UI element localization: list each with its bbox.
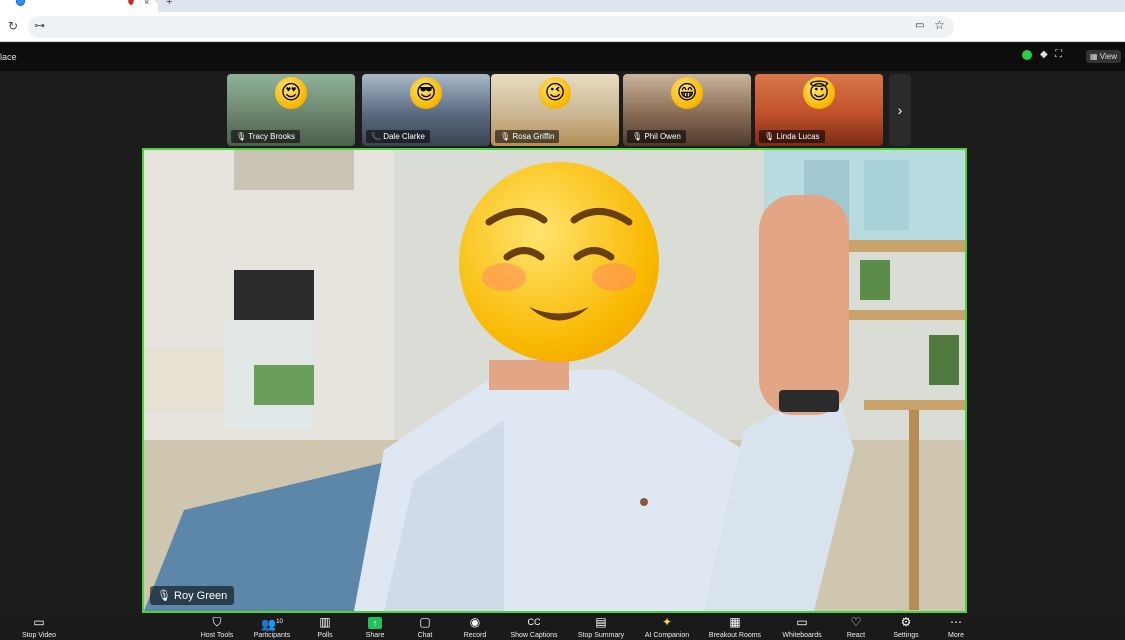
more-icon: ⋯ [950,615,962,629]
face-emoji: 😍 [275,77,307,109]
participants-button[interactable]: 👥10 Participants [247,613,297,640]
control-label: Stop Summary [577,632,625,639]
new-tab-icon[interactable]: + [166,0,172,8]
shield-icon: ⛉ [212,615,222,629]
camera-icon[interactable]: ▭ [915,20,924,31]
whiteboard-icon: ▭ [796,615,808,629]
participant-tile[interactable]: 😁 🎙 Phil Owen [623,74,751,146]
screen: ⛊ × + ↻ ⊶ ▭ ☆ lace ◆ ⛶ ▦ View 😍 🎙 Tracy … [0,0,1125,640]
participants-count: 10 [276,619,283,625]
control-label: Whiteboards [782,632,822,639]
participants-glyph: 👥 [261,617,277,631]
participant-tile[interactable]: 😎 📞 Dale Clarke [362,74,490,146]
browser-tab-bar: ⛊ × + [0,0,1125,12]
share-screen-icon: ↑ [368,617,382,629]
face-emoji: 😇 [803,77,835,109]
participant-name: Rosa Griffin [512,132,555,141]
settings-button[interactable]: ⚙ Settings [886,613,926,640]
react-button[interactable]: ♡ React [838,613,874,640]
face-emoji: 😉 [539,77,571,109]
share-button[interactable]: ↑ Share [356,613,394,640]
polls-icon: ▥ [319,615,331,629]
summary-icon: ▤ [595,615,607,629]
window-title: lace [0,52,17,62]
face-emoji: 😁 [671,77,703,109]
control-label: More [948,632,964,639]
speaker-name-label: 🎙 Roy Green [150,586,235,605]
star-icon[interactable]: ☆ [934,18,945,32]
site-info-icon[interactable]: ⊶ [34,19,45,32]
breakout-rooms-button[interactable]: ▦ Breakout Rooms [704,613,766,640]
control-label: Breakout Rooms [708,632,762,639]
control-label: Share [365,632,385,639]
participant-name-label: 🎙 Linda Lucas [759,130,825,143]
sparkle-icon: ✦ [661,615,673,629]
chevron-right-icon: › [897,102,903,118]
meeting-controls: ▭ Stop Video ⛉ Host Tools 👥10 Participants … [0,613,1125,640]
record-icon: ◉ [469,615,481,629]
face-emoji [459,162,659,362]
next-page-button[interactable]: › [889,74,911,146]
fullscreen-icon[interactable]: ⛶ [1055,49,1062,60]
control-label: Participants [253,632,291,639]
breakout-rooms-icon: ▦ [729,615,741,629]
chat-button[interactable]: ▢ Chat [406,613,444,640]
control-label: Record [463,632,487,639]
participant-tile[interactable]: 😉 🎙 Rosa Griffin [491,74,619,146]
participant-name: Dale Clarke [383,132,425,141]
chat-icon: ▢ [419,615,431,629]
face-emoji: 😎 [410,77,442,109]
more-button[interactable]: ⋯ More [938,613,974,640]
ai-companion-button[interactable]: ✦ AI Companion [639,613,695,640]
participant-name-label: 🎙 Rosa Griffin [495,130,560,143]
participant-name-label: 📞 Dale Clarke [366,130,430,143]
browser-tab[interactable]: ⛊ × [0,0,158,12]
host-tools-button[interactable]: ⛉ Host Tools [192,613,242,640]
meeting-top-bar: lace ◆ ⛶ ▦ View [0,43,1125,71]
control-label: Host Tools [200,632,234,639]
participant-name: Phil Owen [644,132,681,141]
record-button[interactable]: ◉ Record [456,613,494,640]
participant-tile[interactable]: 😇 🎙 Linda Lucas [755,74,883,146]
shield-icon: ⛊ [128,0,134,7]
control-label: Show Captions [510,632,558,639]
smiling-face-icon [482,208,636,321]
participant-tile[interactable]: 😍 🎙 Tracy Brooks [227,74,355,146]
reload-icon[interactable]: ↻ [8,19,18,33]
control-label: Chat [417,632,433,639]
control-label: Stop Video [21,632,57,639]
participant-name: Tracy Brooks [248,132,296,141]
control-label: AI Companion [644,632,690,639]
stop-video-button[interactable]: ▭ Stop Video [14,613,64,640]
participant-name-label: 🎙 Phil Owen [627,130,686,143]
participant-name: Linda Lucas [776,132,820,141]
close-icon[interactable]: × [144,0,149,7]
heart-icon: ♡ [850,615,862,629]
video-camera-icon: ▭ [33,615,45,629]
view-label: View [1099,52,1117,61]
speaker-name: Roy Green [174,590,228,602]
control-label: Settings [893,632,919,639]
view-button[interactable]: ▦ View [1086,50,1121,63]
participants-icon: 👥10 [247,613,297,631]
participant-name-label: 🎙 Tracy Brooks [231,130,301,143]
active-speaker-video[interactable]: 🎙 Roy Green [142,148,967,613]
security-shield-icon[interactable] [1022,50,1032,60]
show-captions-button[interactable]: CC Show Captions [505,613,563,640]
control-label: React [846,632,866,639]
gear-icon: ⚙ [900,615,912,629]
control-label: Polls [317,632,333,639]
captions-icon: CC [527,617,541,627]
stop-summary-button[interactable]: ▤ Stop Summary [573,613,629,640]
meeting-stage: 😍 🎙 Tracy Brooks 😎 📞 Dale Clarke 😉 🎙 Ros… [0,71,1125,613]
encryption-icon[interactable]: ◆ [1040,49,1048,60]
whiteboards-button[interactable]: ▭ Whiteboards [777,613,827,640]
address-bar[interactable] [28,16,954,38]
browser-toolbar: ↻ ⊶ ▭ ☆ [0,12,1125,42]
polls-button[interactable]: ▥ Polls [306,613,344,640]
zoom-favicon-icon [16,0,25,6]
